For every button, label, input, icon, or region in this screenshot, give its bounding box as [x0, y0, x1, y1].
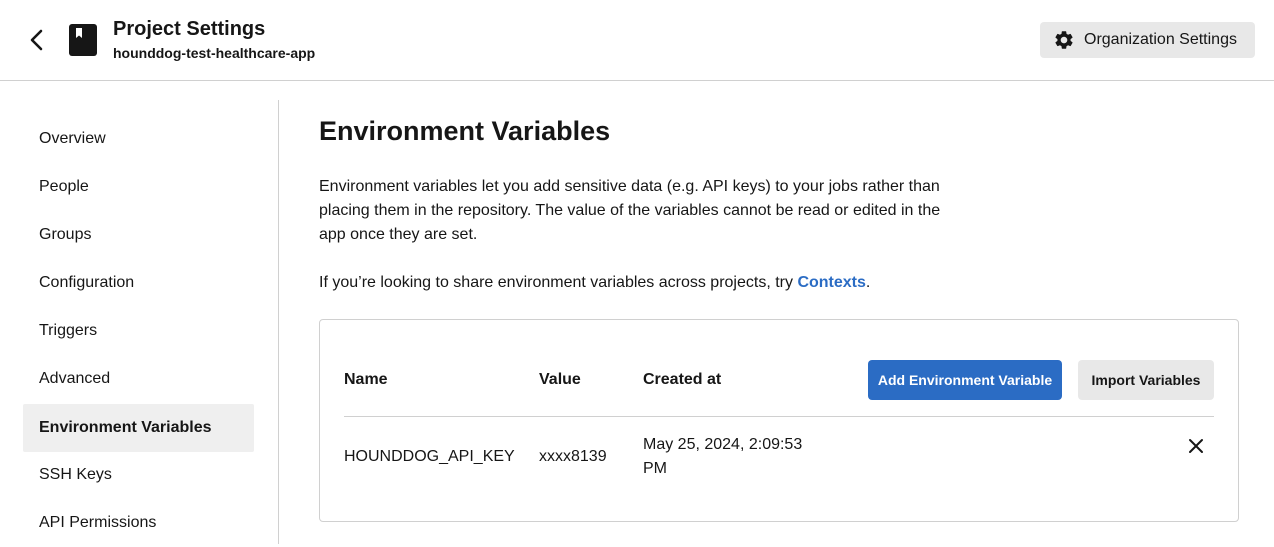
- page-header: Project Settings hounddog-test-healthcar…: [0, 0, 1274, 81]
- project-name: hounddog-test-healthcare-app: [113, 45, 316, 61]
- row-created-at: May 25, 2024, 2:09:53 PM: [643, 436, 803, 477]
- env-vars-table: Name Value Created at Add Environment Va…: [319, 319, 1239, 522]
- row-value: xxxx8139: [539, 448, 607, 465]
- chevron-left-icon: [30, 29, 43, 51]
- table-divider: [344, 416, 1214, 417]
- organization-settings-button[interactable]: Organization Settings: [1040, 22, 1255, 58]
- sidebar-item-api-permissions[interactable]: API Permissions: [23, 499, 254, 547]
- sidebar-item-configuration[interactable]: Configuration: [23, 259, 254, 307]
- import-variables-button[interactable]: Import Variables: [1078, 360, 1214, 400]
- column-header-name: Name: [344, 371, 388, 388]
- gear-icon: [1053, 29, 1075, 51]
- contexts-link[interactable]: Contexts: [797, 274, 865, 291]
- close-icon: [1189, 439, 1203, 453]
- column-header-created-at: Created at: [643, 371, 722, 388]
- row-name: HOUNDDOG_API_KEY: [344, 448, 515, 465]
- sidebar-item-groups[interactable]: Groups: [23, 211, 254, 259]
- sidebar-item-ssh-keys[interactable]: SSH Keys: [23, 451, 254, 499]
- page-title: Project Settings: [113, 18, 266, 40]
- organization-settings-label: Organization Settings: [1084, 31, 1237, 48]
- section-description: Environment variables let you add sensit…: [319, 178, 941, 243]
- sidebar-item-overview[interactable]: Overview: [23, 115, 254, 163]
- contexts-hint-text: If you’re looking to share environment v…: [319, 274, 798, 291]
- add-environment-variable-button[interactable]: Add Environment Variable: [868, 360, 1062, 400]
- delete-variable-button[interactable]: [1184, 434, 1208, 458]
- back-button[interactable]: [22, 26, 50, 54]
- sidebar-item-environment-variables[interactable]: Environment Variables: [23, 404, 254, 452]
- sidebar-item-people[interactable]: People: [23, 163, 254, 211]
- book-icon: [68, 23, 98, 57]
- contexts-hint-suffix: .: [865, 274, 871, 291]
- column-header-value: Value: [539, 371, 581, 388]
- contexts-hint: If you’re looking to share environment v…: [319, 271, 870, 295]
- section-title: Environment Variables: [319, 116, 611, 146]
- sidebar-item-triggers[interactable]: Triggers: [23, 307, 254, 355]
- sidebar-item-advanced[interactable]: Advanced: [23, 355, 254, 403]
